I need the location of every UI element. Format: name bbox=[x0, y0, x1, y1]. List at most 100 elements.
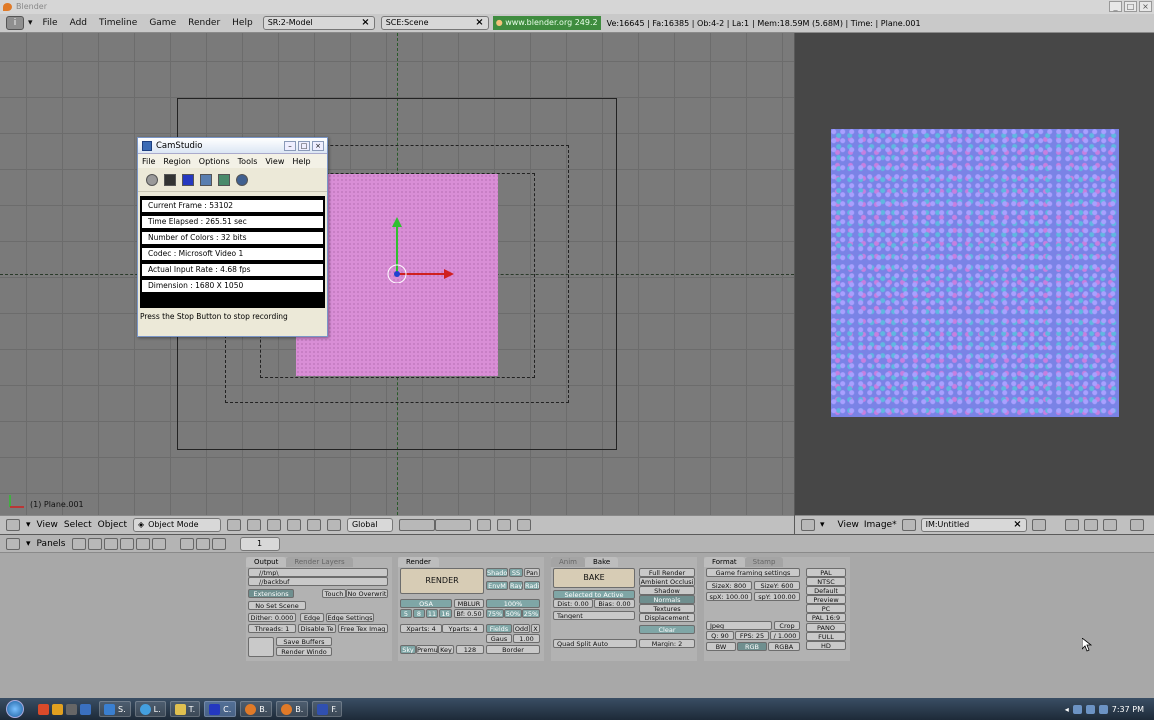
draw-zbuffer-icon[interactable] bbox=[1083, 519, 1098, 531]
percent-75-toggle[interactable]: 75% bbox=[486, 609, 504, 618]
selected-to-active-toggle[interactable]: Selected to Active bbox=[553, 590, 635, 599]
no-overwrite-toggle[interactable]: No Overwrit bbox=[346, 589, 388, 598]
taskbar-item-7[interactable]: F. bbox=[312, 701, 343, 717]
screen-selector[interactable]: SR:2-Model × bbox=[262, 16, 375, 30]
shadow-bake-toggle[interactable]: Shadow bbox=[639, 586, 695, 595]
tray-expand-icon[interactable]: ◂ bbox=[1065, 705, 1069, 714]
start-button[interactable] bbox=[0, 698, 30, 720]
preset-full[interactable]: FULL bbox=[806, 632, 846, 641]
camstudio-close-button[interactable]: × bbox=[312, 140, 324, 151]
gauss-value-field[interactable]: 1.00 bbox=[513, 634, 540, 643]
percent-100-toggle[interactable]: 100% bbox=[486, 599, 540, 608]
close-button[interactable]: × bbox=[1139, 1, 1152, 12]
unlink-image-icon[interactable]: × bbox=[1013, 519, 1021, 531]
preset-ntsc[interactable]: NTSC bbox=[806, 577, 846, 586]
taskbar-item-2[interactable]: L. bbox=[134, 701, 166, 717]
manipulator-translate-icon[interactable] bbox=[306, 519, 321, 531]
osa-8-toggle[interactable]: 8 bbox=[413, 609, 425, 618]
quicklaunch-show-desktop-icon[interactable] bbox=[80, 703, 91, 715]
menu-select[interactable]: Select bbox=[64, 520, 92, 530]
yparts-field[interactable]: Yparts: 4 bbox=[442, 624, 484, 633]
xparts-field[interactable]: Xparts: 4 bbox=[400, 624, 442, 633]
osa-11-toggle[interactable]: 11 bbox=[426, 609, 438, 618]
quicklaunch-browser-icon[interactable] bbox=[38, 703, 49, 715]
info-icon[interactable]: i bbox=[6, 16, 24, 30]
taskbar-item-4[interactable]: C. bbox=[204, 701, 237, 717]
menu-dropdown-icon[interactable]: ▾ bbox=[24, 18, 37, 28]
touch-toggle[interactable]: Touch bbox=[322, 589, 346, 598]
x-toggle[interactable]: X bbox=[531, 624, 540, 633]
preset-pc[interactable]: PC bbox=[806, 604, 846, 613]
percent-25-toggle[interactable]: 25% bbox=[522, 609, 540, 618]
pause-icon[interactable] bbox=[164, 173, 176, 186]
scene-selector[interactable]: SCE:Scene × bbox=[380, 16, 489, 30]
menu-add[interactable]: Add bbox=[64, 18, 93, 28]
bake-button[interactable]: BAKE bbox=[553, 568, 635, 588]
options-icon[interactable] bbox=[218, 173, 230, 186]
draw-alpha-icon[interactable] bbox=[1064, 519, 1079, 531]
manipulator-rotate-icon[interactable] bbox=[326, 519, 341, 531]
osa-5-toggle[interactable]: 5 bbox=[400, 609, 412, 618]
ambient-occlusion-toggle[interactable]: Ambient Occlusi bbox=[639, 577, 695, 586]
camstudio-minimize-button[interactable]: – bbox=[284, 140, 296, 151]
camstudio-window[interactable]: CamStudio – □ × File Region Options Tool… bbox=[137, 137, 328, 337]
tab-render-layers[interactable]: Render Layers bbox=[286, 557, 353, 567]
edge-settings-button[interactable]: Edge Settings bbox=[326, 613, 374, 622]
shading-context-icon[interactable] bbox=[103, 537, 118, 550]
ray-toggle[interactable]: Ray bbox=[509, 581, 523, 590]
percent-50-toggle[interactable]: 50% bbox=[504, 609, 522, 618]
fields-toggle[interactable]: Fields bbox=[486, 624, 512, 633]
rgb-toggle[interactable]: RGB bbox=[737, 642, 767, 651]
header-collapse-icon-3[interactable]: ▾ bbox=[26, 539, 31, 549]
taskbar-item-5[interactable]: B. bbox=[240, 701, 273, 717]
pin-icon[interactable] bbox=[1031, 519, 1046, 531]
gauss-selector[interactable]: Gaus bbox=[486, 634, 512, 643]
camstudio-menu-help[interactable]: Help bbox=[292, 157, 310, 166]
pencil-icon[interactable] bbox=[901, 519, 916, 531]
dither-field[interactable]: Dither: 0.000 bbox=[248, 613, 296, 622]
menu-panels[interactable]: Panels bbox=[37, 539, 66, 549]
fps-field[interactable]: FPS: 25 bbox=[735, 631, 769, 640]
camstudio-titlebar[interactable]: CamStudio – □ × bbox=[138, 138, 327, 154]
render-button[interactable]: RENDER bbox=[400, 568, 484, 594]
quicklaunch-media-icon[interactable] bbox=[66, 703, 77, 715]
tray-security-icon[interactable] bbox=[1098, 704, 1108, 714]
camstudio-menu-file[interactable]: File bbox=[142, 157, 155, 166]
menu-image-view[interactable]: View bbox=[838, 520, 859, 530]
menu-help[interactable]: Help bbox=[226, 18, 259, 28]
save-buffers-toggle[interactable]: Save Buffers bbox=[276, 637, 332, 646]
delete-screen-icon[interactable]: × bbox=[361, 17, 369, 29]
bw-toggle[interactable]: BW bbox=[706, 642, 736, 651]
quicklaunch-folder-icon[interactable] bbox=[52, 703, 63, 715]
envmap-toggle[interactable]: EnvM bbox=[486, 581, 508, 590]
header-collapse-icon[interactable]: ▾ bbox=[26, 520, 31, 530]
record-icon[interactable] bbox=[146, 173, 158, 186]
fps-base-field[interactable]: / 1.000 bbox=[770, 631, 800, 640]
camstudio-menu-view[interactable]: View bbox=[265, 157, 284, 166]
clear-toggle[interactable]: Clear bbox=[639, 625, 695, 634]
taskbar-item-1[interactable]: S. bbox=[99, 701, 131, 717]
premul-toggle[interactable]: Premu bbox=[416, 645, 438, 654]
preset-preview[interactable]: Preview bbox=[806, 595, 846, 604]
mblur-toggle[interactable]: MBLUR bbox=[454, 599, 484, 608]
object-context-icon[interactable] bbox=[119, 537, 134, 550]
manipulator-hand-icon[interactable] bbox=[286, 519, 301, 531]
shadow-toggle[interactable]: Shado bbox=[486, 568, 508, 577]
camstudio-menu-region[interactable]: Region bbox=[163, 157, 190, 166]
tray-clock[interactable]: 7:37 PM bbox=[1112, 705, 1144, 714]
sizey-field[interactable]: SizeY: 600 bbox=[754, 581, 800, 590]
draw-sequence-icon[interactable] bbox=[1102, 519, 1117, 531]
tab-bake[interactable]: Bake bbox=[585, 557, 619, 567]
transform-manipulator[interactable] bbox=[380, 213, 460, 283]
rgba-toggle[interactable]: RGBA bbox=[768, 642, 800, 651]
preset-hd[interactable]: HD bbox=[806, 641, 846, 650]
dispview-grid-icon[interactable] bbox=[248, 637, 274, 657]
menu-view[interactable]: View bbox=[37, 520, 58, 530]
layer-lock-icon[interactable] bbox=[266, 519, 281, 531]
orientation-selector[interactable]: Global bbox=[346, 518, 393, 532]
stop-icon[interactable] bbox=[182, 173, 194, 186]
sky-toggle[interactable]: Sky bbox=[400, 645, 416, 654]
game-framing-button[interactable]: Game framing settings bbox=[706, 568, 800, 577]
editor-type-image-icon[interactable] bbox=[801, 519, 815, 531]
no-set-scene-field[interactable]: No Set Scene bbox=[248, 601, 306, 610]
